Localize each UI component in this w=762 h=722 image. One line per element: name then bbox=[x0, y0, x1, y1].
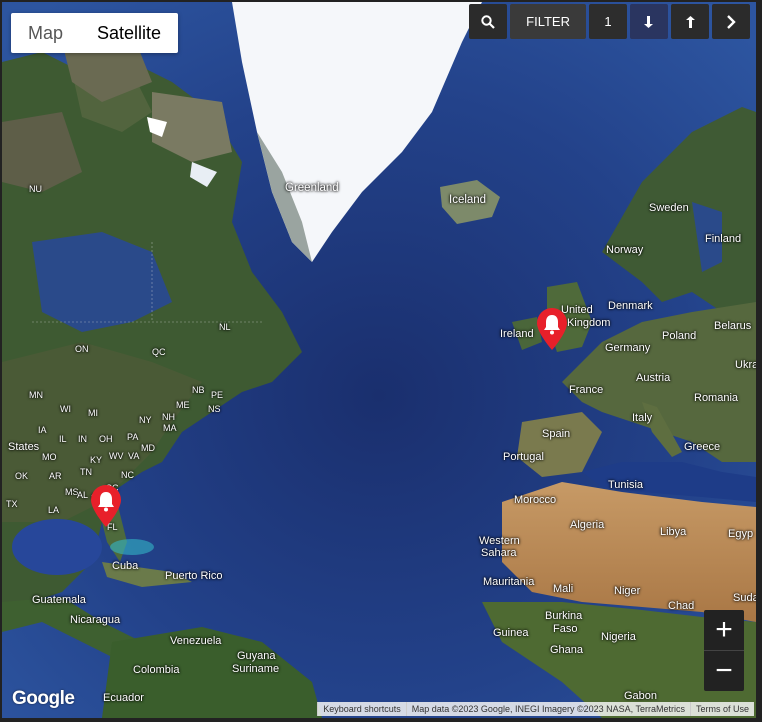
sort-down-icon bbox=[644, 15, 653, 28]
map-canvas[interactable]: Greenland Iceland Sweden Finland Norway … bbox=[2, 2, 756, 718]
keyboard-shortcuts-link[interactable]: Keyboard shortcuts bbox=[317, 702, 406, 716]
google-logo: Google bbox=[12, 688, 75, 709]
sort-up-icon bbox=[686, 15, 695, 28]
alert-marker-florida[interactable] bbox=[89, 484, 123, 528]
filter-button[interactable]: FILTER bbox=[510, 4, 586, 39]
map-type-control: Map Satellite bbox=[11, 13, 179, 53]
map-data-attribution: Map data ©2023 Google, INEGI Imagery ©20… bbox=[405, 702, 690, 716]
search-icon bbox=[481, 14, 495, 29]
search-button[interactable] bbox=[469, 4, 508, 39]
chevron-right-icon bbox=[727, 14, 736, 29]
terms-of-use-link[interactable]: Terms of Use bbox=[689, 702, 754, 716]
map-widget: Greenland Iceland Sweden Finland Norway … bbox=[0, 0, 762, 722]
sort-ascending-button[interactable] bbox=[671, 4, 709, 39]
bell-icon bbox=[537, 308, 567, 350]
map-toolbar: FILTER 1 bbox=[469, 4, 750, 39]
sort-descending-button[interactable] bbox=[630, 4, 668, 39]
alert-marker-uk[interactable] bbox=[535, 307, 569, 351]
zoom-control: + − bbox=[704, 610, 744, 691]
attribution-bar: Keyboard shortcuts Map data ©2023 Google… bbox=[317, 702, 754, 716]
satellite-imagery bbox=[2, 2, 756, 718]
zoom-in-button[interactable]: + bbox=[704, 610, 744, 650]
zoom-out-button[interactable]: − bbox=[704, 651, 744, 691]
filter-count-badge: 1 bbox=[589, 4, 627, 39]
map-type-satellite-button[interactable]: Satellite bbox=[80, 13, 178, 53]
next-button[interactable] bbox=[712, 4, 750, 39]
bell-icon bbox=[91, 485, 121, 527]
map-type-map-button[interactable]: Map bbox=[11, 13, 80, 53]
